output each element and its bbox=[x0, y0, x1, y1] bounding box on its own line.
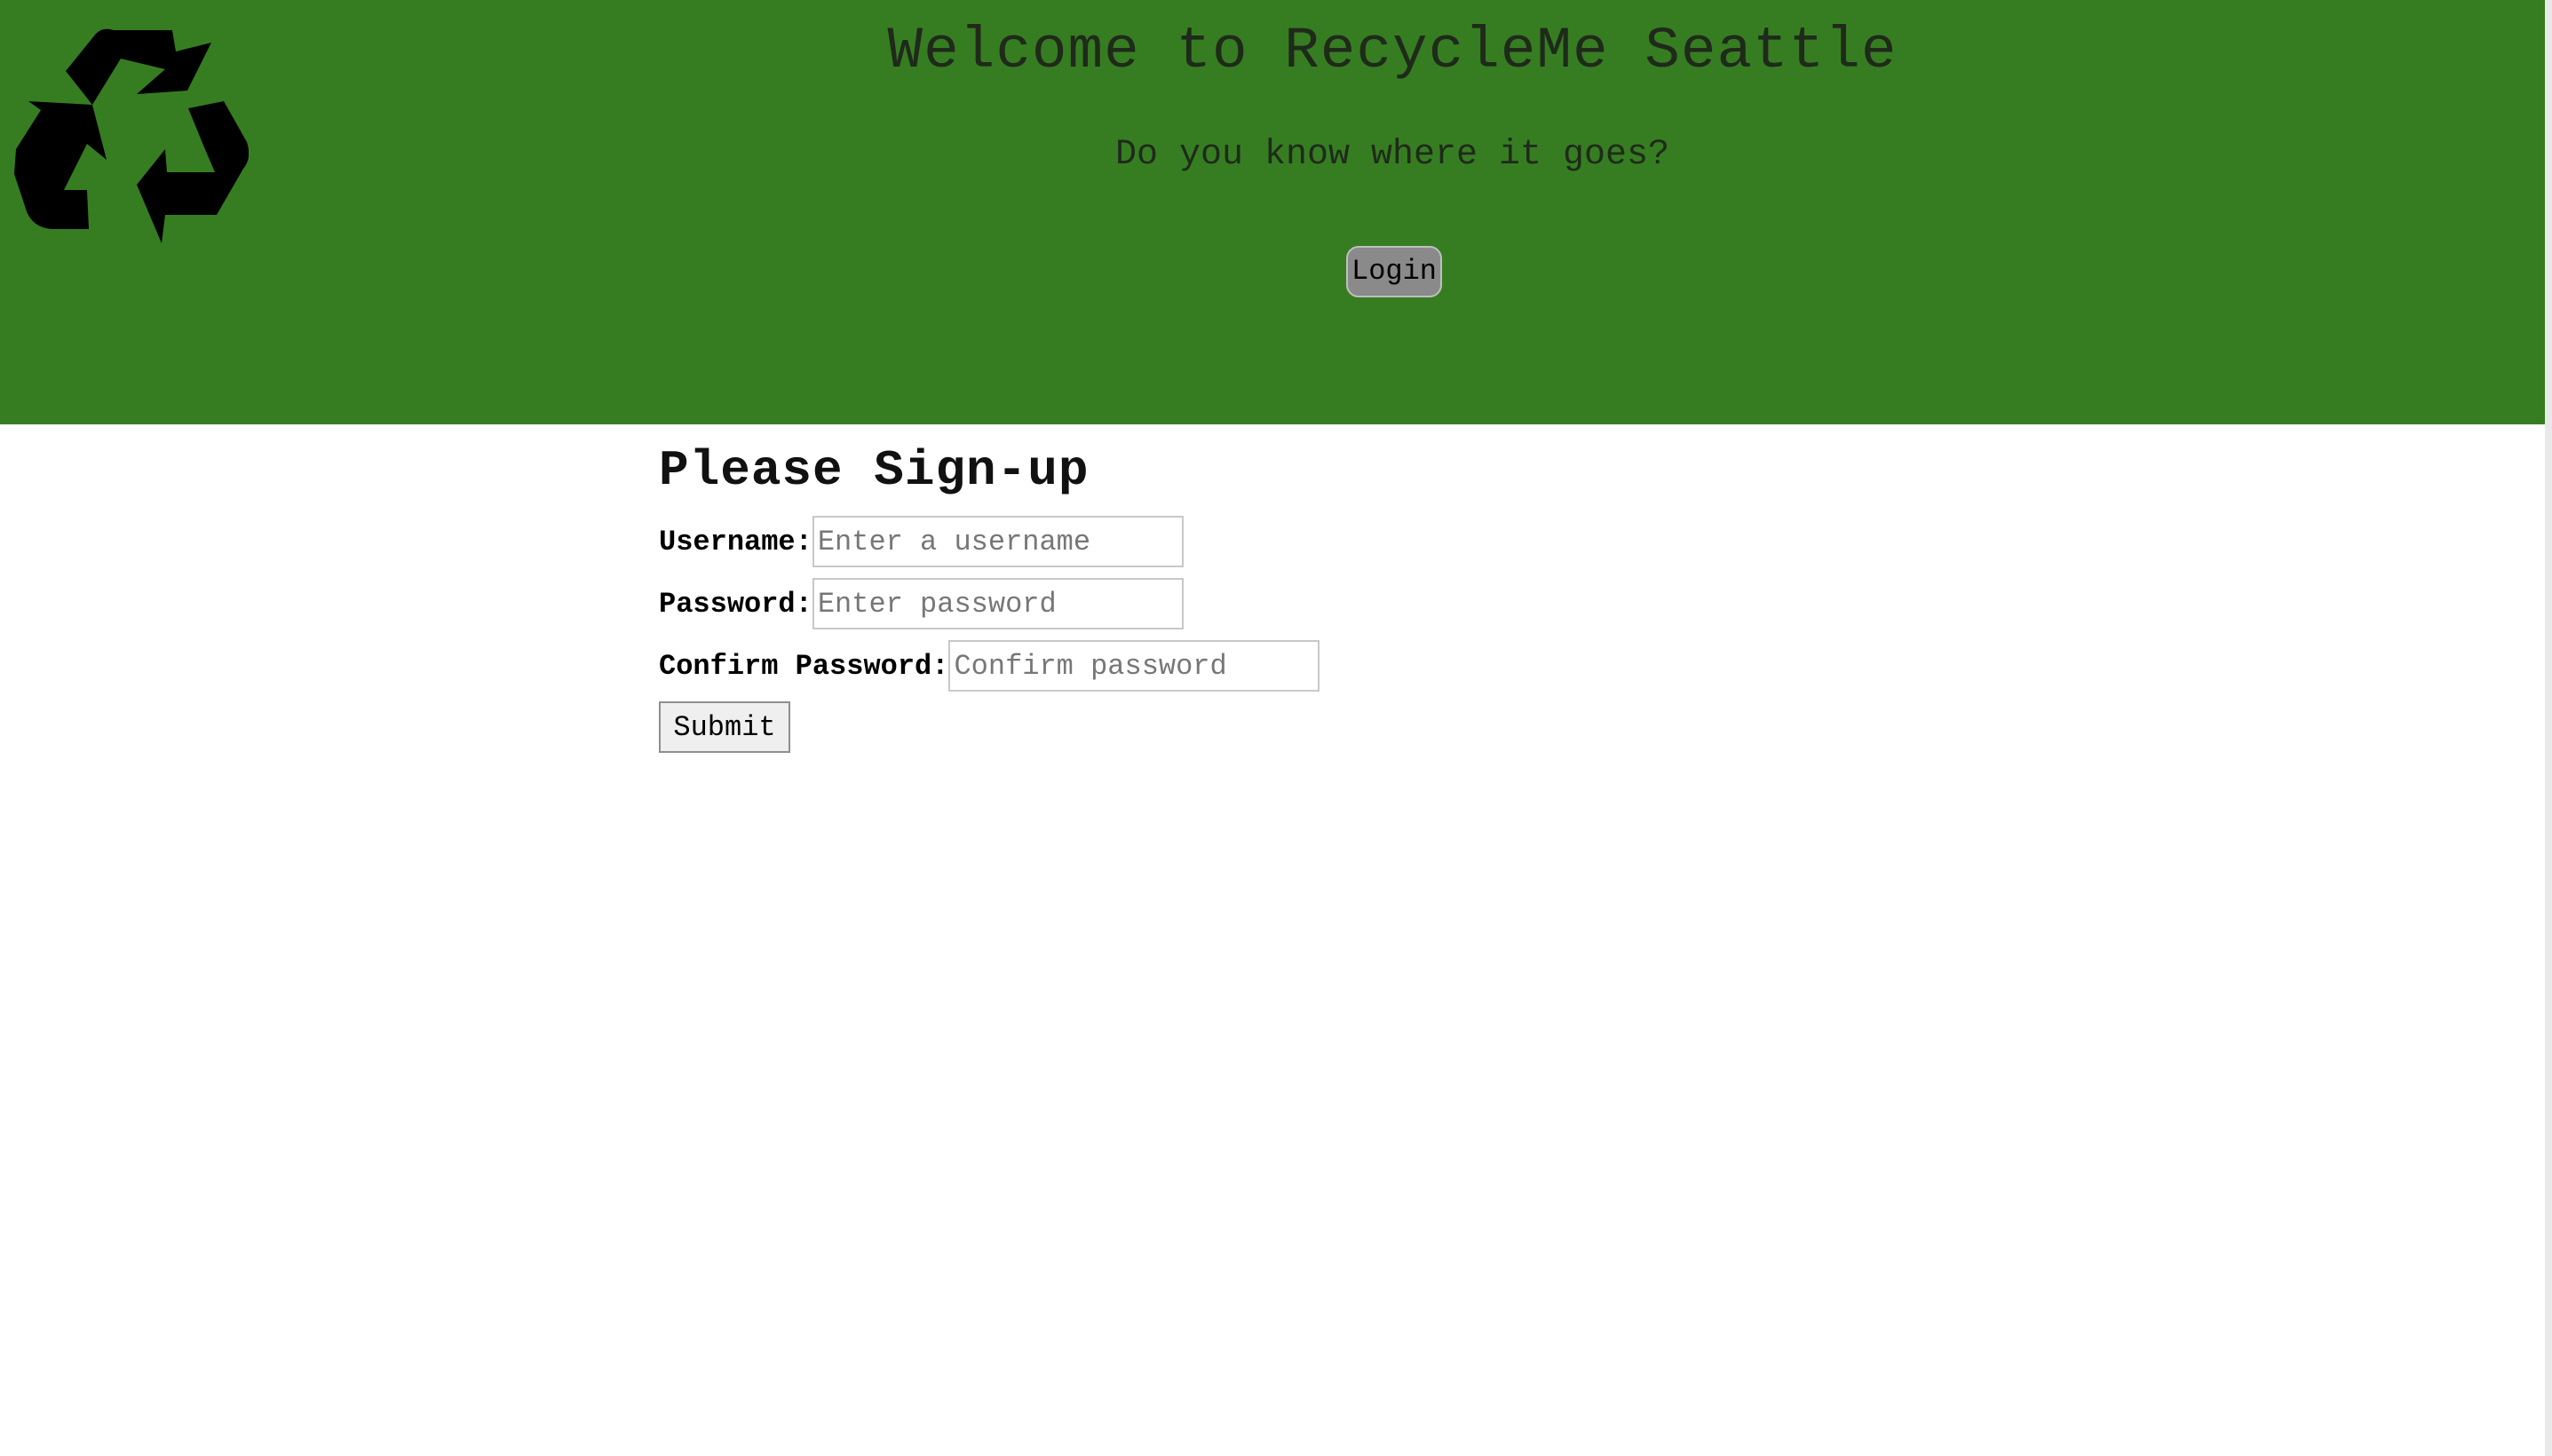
header-banner: Welcome to RecycleMe Seattle Do you know… bbox=[0, 0, 2545, 424]
page-scrollbar[interactable] bbox=[2545, 0, 2552, 1456]
password-label: Password: bbox=[659, 587, 812, 621]
username-label: Username: bbox=[659, 525, 812, 558]
password-row: Password: bbox=[659, 577, 1184, 630]
confirm-password-row: Confirm Password: bbox=[659, 639, 1320, 692]
site-title: Welcome to RecycleMe Seattle bbox=[887, 18, 1898, 84]
username-input[interactable] bbox=[812, 516, 1184, 567]
signup-form: Please Sign-up Username: Password: Confi… bbox=[659, 439, 1320, 753]
confirm-password-label: Confirm Password: bbox=[659, 649, 949, 683]
site-tagline: Do you know where it goes? bbox=[1114, 135, 1670, 175]
page: Welcome to RecycleMe Seattle Do you know… bbox=[0, 0, 2552, 1456]
username-row: Username: bbox=[659, 515, 1184, 568]
signup-title: Please Sign-up bbox=[659, 442, 1090, 499]
password-input[interactable] bbox=[812, 578, 1184, 629]
submit-button[interactable]: Submit bbox=[659, 701, 790, 753]
confirm-password-input[interactable] bbox=[948, 640, 1320, 692]
login-button[interactable]: Login bbox=[1346, 246, 1442, 297]
